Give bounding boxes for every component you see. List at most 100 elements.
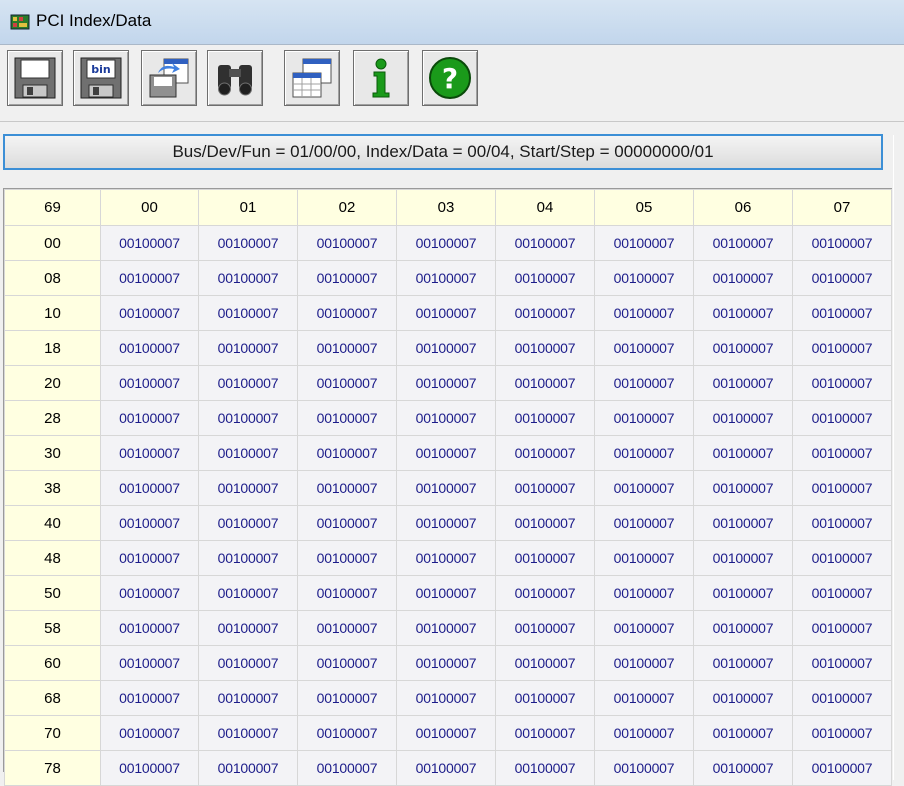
view-mode-button[interactable] [284, 50, 340, 106]
register-value-cell[interactable]: 00100007 [594, 575, 694, 611]
save-button[interactable] [7, 50, 63, 106]
register-value-cell[interactable]: 00100007 [198, 505, 298, 541]
register-value-cell[interactable]: 00100007 [100, 575, 199, 611]
register-value-cell[interactable]: 00100007 [792, 400, 892, 436]
pci-parameters-bar[interactable]: Bus/Dev/Fun = 01/00/00, Index/Data = 00/… [3, 134, 883, 170]
register-value-cell[interactable]: 00100007 [297, 575, 397, 611]
register-value-cell[interactable]: 00100007 [198, 540, 298, 576]
find-button[interactable] [207, 50, 263, 106]
register-value-cell[interactable]: 00100007 [297, 645, 397, 681]
help-button[interactable]: ? [422, 50, 478, 106]
register-value-cell[interactable]: 00100007 [396, 435, 496, 471]
register-value-cell[interactable]: 00100007 [693, 295, 793, 331]
register-value-cell[interactable]: 00100007 [495, 505, 595, 541]
register-value-cell[interactable]: 00100007 [297, 470, 397, 506]
register-value-cell[interactable]: 00100007 [100, 225, 199, 261]
register-value-cell[interactable]: 00100007 [396, 645, 496, 681]
register-value-cell[interactable]: 00100007 [100, 295, 199, 331]
register-value-cell[interactable]: 00100007 [495, 540, 595, 576]
register-value-cell[interactable]: 00100007 [594, 610, 694, 646]
register-value-cell[interactable]: 00100007 [693, 715, 793, 751]
register-value-cell[interactable]: 00100007 [396, 365, 496, 401]
register-value-cell[interactable]: 00100007 [594, 715, 694, 751]
register-value-cell[interactable]: 00100007 [100, 505, 199, 541]
register-value-cell[interactable]: 00100007 [198, 400, 298, 436]
register-value-cell[interactable]: 00100007 [100, 680, 199, 716]
register-value-cell[interactable]: 00100007 [693, 400, 793, 436]
register-value-cell[interactable]: 00100007 [198, 715, 298, 751]
register-value-cell[interactable]: 00100007 [693, 330, 793, 366]
register-value-cell[interactable]: 00100007 [693, 435, 793, 471]
register-value-cell[interactable]: 00100007 [100, 400, 199, 436]
register-value-cell[interactable]: 00100007 [396, 225, 496, 261]
register-value-cell[interactable]: 00100007 [792, 505, 892, 541]
register-value-cell[interactable]: 00100007 [297, 400, 397, 436]
register-value-cell[interactable]: 00100007 [594, 680, 694, 716]
register-value-cell[interactable]: 00100007 [396, 470, 496, 506]
register-value-cell[interactable]: 00100007 [594, 400, 694, 436]
register-value-cell[interactable]: 00100007 [594, 225, 694, 261]
register-value-cell[interactable]: 00100007 [792, 540, 892, 576]
register-value-cell[interactable]: 00100007 [198, 225, 298, 261]
register-value-cell[interactable]: 00100007 [100, 750, 199, 786]
register-value-cell[interactable]: 00100007 [594, 295, 694, 331]
register-value-cell[interactable]: 00100007 [792, 225, 892, 261]
register-value-cell[interactable]: 00100007 [792, 260, 892, 296]
register-value-cell[interactable]: 00100007 [495, 225, 595, 261]
register-value-cell[interactable]: 00100007 [495, 680, 595, 716]
register-value-cell[interactable]: 00100007 [693, 750, 793, 786]
register-value-cell[interactable]: 00100007 [792, 470, 892, 506]
register-value-cell[interactable]: 00100007 [792, 365, 892, 401]
register-value-cell[interactable]: 00100007 [396, 540, 496, 576]
register-value-cell[interactable]: 00100007 [594, 470, 694, 506]
register-value-cell[interactable]: 00100007 [396, 680, 496, 716]
register-value-cell[interactable]: 00100007 [693, 225, 793, 261]
register-value-cell[interactable]: 00100007 [297, 225, 397, 261]
register-value-cell[interactable]: 00100007 [396, 505, 496, 541]
register-value-cell[interactable]: 00100007 [396, 330, 496, 366]
register-value-cell[interactable]: 00100007 [792, 680, 892, 716]
register-value-cell[interactable]: 00100007 [297, 295, 397, 331]
register-value-cell[interactable]: 00100007 [495, 750, 595, 786]
register-value-cell[interactable]: 00100007 [100, 435, 199, 471]
register-value-cell[interactable]: 00100007 [693, 260, 793, 296]
register-value-cell[interactable]: 00100007 [792, 575, 892, 611]
register-value-cell[interactable]: 00100007 [396, 295, 496, 331]
register-value-cell[interactable]: 00100007 [100, 470, 199, 506]
register-value-cell[interactable]: 00100007 [792, 295, 892, 331]
register-value-cell[interactable]: 00100007 [100, 330, 199, 366]
register-value-cell[interactable]: 00100007 [594, 505, 694, 541]
register-value-cell[interactable]: 00100007 [495, 295, 595, 331]
register-value-cell[interactable]: 00100007 [100, 260, 199, 296]
register-value-cell[interactable]: 00100007 [297, 330, 397, 366]
register-value-cell[interactable]: 00100007 [297, 715, 397, 751]
register-value-cell[interactable]: 00100007 [693, 470, 793, 506]
register-value-cell[interactable]: 00100007 [198, 575, 298, 611]
register-value-cell[interactable]: 00100007 [198, 680, 298, 716]
register-value-cell[interactable]: 00100007 [495, 575, 595, 611]
register-value-cell[interactable]: 00100007 [594, 435, 694, 471]
register-value-cell[interactable]: 00100007 [495, 400, 595, 436]
save-binary-button[interactable]: bin [73, 50, 129, 106]
register-value-cell[interactable]: 00100007 [495, 365, 595, 401]
register-value-cell[interactable]: 00100007 [396, 575, 496, 611]
register-value-cell[interactable]: 00100007 [198, 260, 298, 296]
register-value-cell[interactable]: 00100007 [297, 540, 397, 576]
register-value-cell[interactable]: 00100007 [495, 435, 595, 471]
register-value-cell[interactable]: 00100007 [198, 435, 298, 471]
register-value-cell[interactable]: 00100007 [396, 400, 496, 436]
register-value-cell[interactable]: 00100007 [297, 680, 397, 716]
register-value-cell[interactable]: 00100007 [495, 715, 595, 751]
register-value-cell[interactable]: 00100007 [198, 330, 298, 366]
register-value-cell[interactable]: 00100007 [198, 645, 298, 681]
register-value-cell[interactable]: 00100007 [297, 435, 397, 471]
register-value-cell[interactable]: 00100007 [792, 715, 892, 751]
register-value-cell[interactable]: 00100007 [198, 610, 298, 646]
register-value-cell[interactable]: 00100007 [693, 365, 793, 401]
register-value-cell[interactable]: 00100007 [495, 470, 595, 506]
register-value-cell[interactable]: 00100007 [198, 470, 298, 506]
register-value-cell[interactable]: 00100007 [297, 750, 397, 786]
register-value-cell[interactable]: 00100007 [792, 330, 892, 366]
register-value-cell[interactable]: 00100007 [198, 365, 298, 401]
register-value-cell[interactable]: 00100007 [297, 505, 397, 541]
